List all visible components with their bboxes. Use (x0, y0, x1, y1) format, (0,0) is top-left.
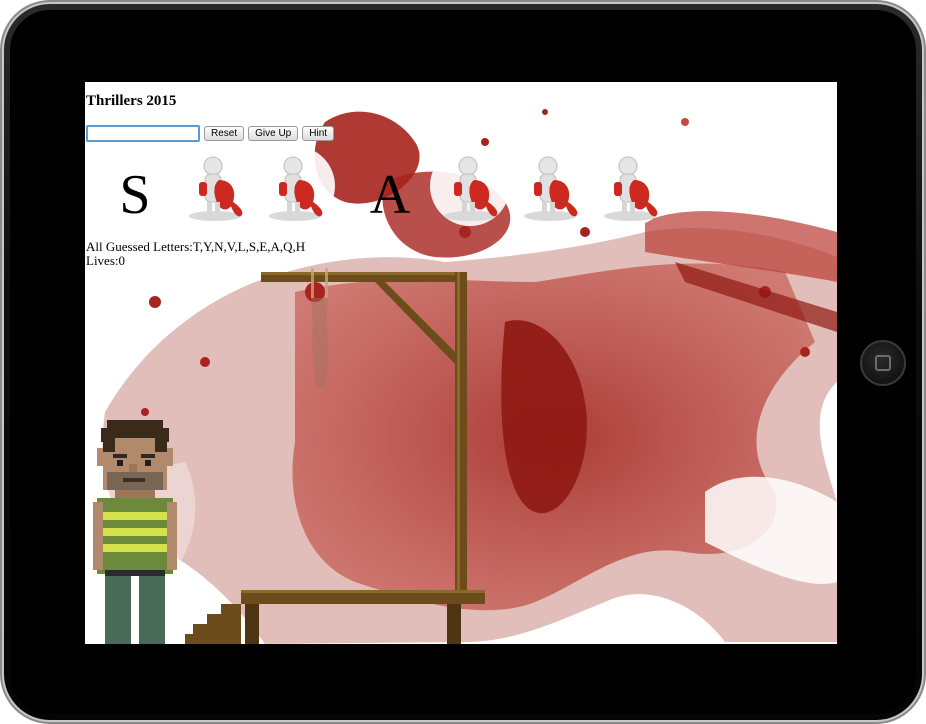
letter-slot (430, 146, 510, 226)
revealed-letter: S (119, 164, 151, 226)
lives-value: 0 (118, 253, 126, 268)
give-up-button[interactable]: Give Up (248, 125, 299, 141)
lives-label: Lives: (86, 253, 119, 268)
game-screen: Thrillers 2015 Reset Give Up Hint S A Al… (85, 82, 837, 644)
letter-slot: S (95, 146, 175, 226)
guessed-letters-value: T,Y,N,V,L,S,E,A,Q,H (192, 239, 306, 254)
letter-slot (590, 146, 670, 226)
guess-input[interactable] (86, 124, 200, 142)
hidden-letter-figure-icon (590, 146, 670, 226)
letter-slot (510, 146, 590, 226)
reset-button[interactable]: Reset (204, 125, 245, 141)
pixel-character (93, 420, 177, 644)
gallows (185, 268, 485, 644)
hint-button[interactable]: Hint (302, 125, 335, 141)
revealed-letter: A (369, 164, 411, 226)
hidden-letter-figure-icon (175, 146, 255, 226)
controls-bar: Reset Give Up Hint (86, 124, 335, 142)
letter-slot: A (350, 146, 430, 226)
hidden-letter-figure-icon (430, 146, 510, 226)
game-title: Thrillers 2015 (86, 93, 177, 109)
hidden-letter-figure-icon (510, 146, 590, 226)
home-button[interactable] (860, 340, 906, 386)
hidden-letter-figure-icon (255, 146, 335, 226)
letter-slot (175, 146, 255, 226)
guessed-letters-label: All Guessed Letters: (86, 239, 193, 254)
letter-slot (255, 146, 335, 226)
lives-counter: Lives:0 (86, 253, 125, 269)
